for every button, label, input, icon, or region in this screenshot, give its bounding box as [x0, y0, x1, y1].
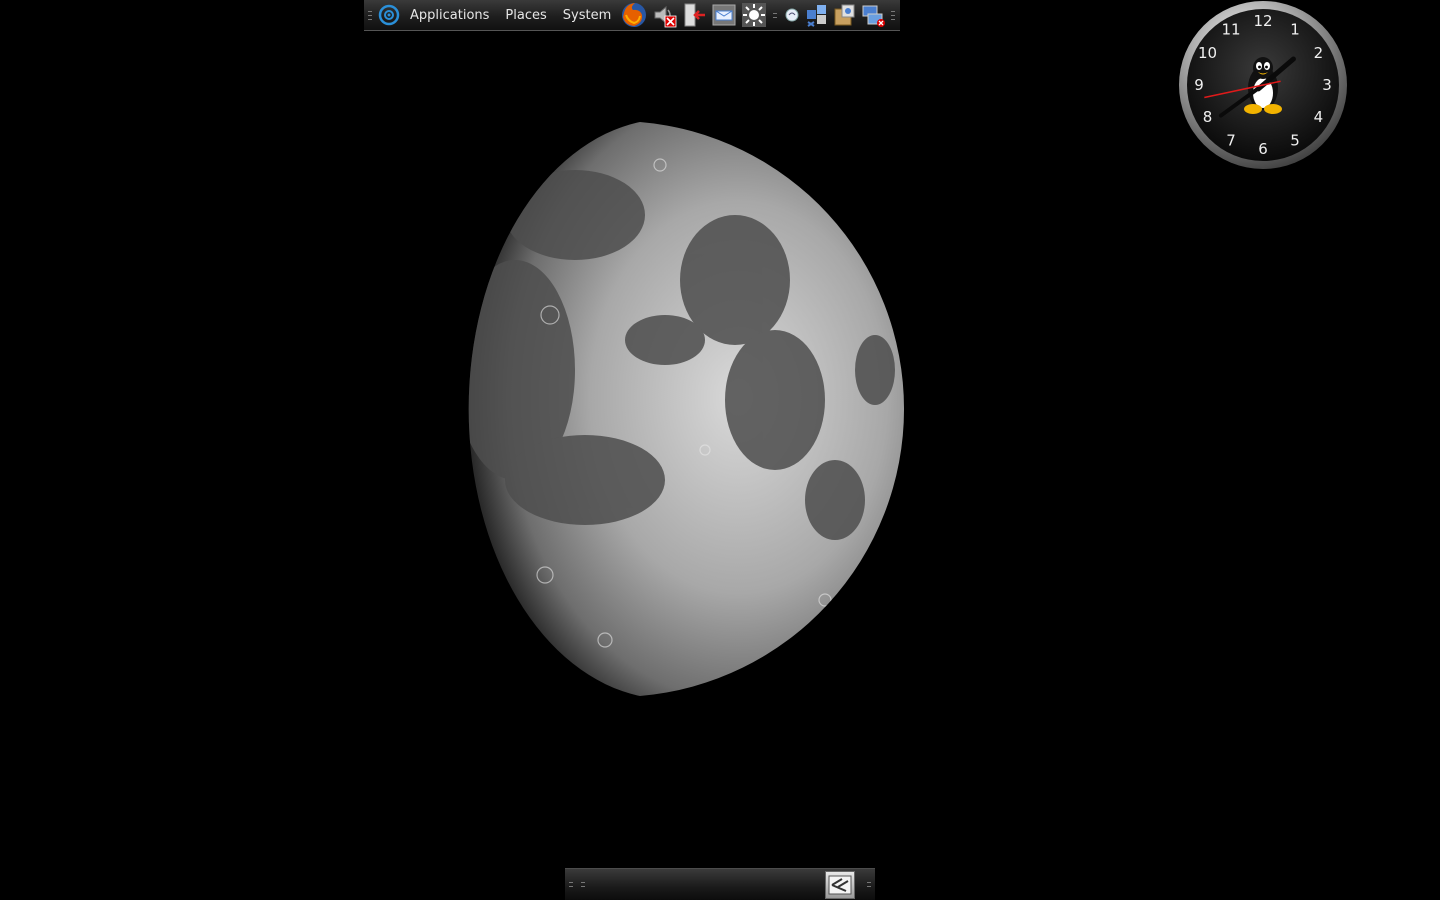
- network-disconnected-icon[interactable]: [859, 0, 887, 31]
- clock-numeral-4: 4: [1314, 108, 1324, 126]
- applications-menu[interactable]: Applications: [402, 0, 497, 31]
- bottom-panel-drag-handle-right[interactable]: [865, 875, 873, 895]
- panel-drag-handle[interactable]: [366, 5, 374, 25]
- bottom-panel-drag-handle[interactable]: [567, 875, 575, 895]
- clock-numeral-2: 2: [1314, 44, 1324, 62]
- clock-numeral-5: 5: [1290, 131, 1300, 149]
- clock-numeral-10: 10: [1198, 44, 1217, 62]
- firefox-icon[interactable]: [619, 0, 649, 31]
- distro-logo-icon: [376, 0, 402, 31]
- clock-numeral-3: 3: [1322, 76, 1332, 94]
- logout-icon[interactable]: [679, 0, 709, 31]
- package-manager-icon[interactable]: [831, 0, 859, 31]
- puzzle-applet-icon[interactable]: [803, 0, 831, 31]
- clock-numeral-11: 11: [1221, 21, 1240, 39]
- network-icon[interactable]: [781, 0, 803, 31]
- desktop: Applications Places System 12 1 2 3 4 5 …: [0, 0, 1440, 900]
- panel-separator: [771, 5, 779, 25]
- clock-numeral-8: 8: [1203, 108, 1213, 126]
- moon-wallpaper: [405, 120, 905, 698]
- volume-muted-icon[interactable]: [649, 0, 679, 31]
- clock-numeral-9: 9: [1194, 76, 1204, 94]
- clock-numeral-12: 12: [1253, 12, 1272, 30]
- analog-clock-widget[interactable]: 12 1 2 3 4 5 6 7 8 9 10 11: [1178, 0, 1348, 170]
- bottom-panel: [565, 868, 875, 900]
- brightness-icon[interactable]: [739, 0, 769, 31]
- clock-numeral-6: 6: [1258, 140, 1268, 158]
- show-desktop-icon: [828, 875, 852, 894]
- clock-numeral-1: 1: [1290, 21, 1300, 39]
- window-list[interactable]: [589, 869, 825, 900]
- show-desktop-button[interactable]: [825, 870, 855, 899]
- mail-icon[interactable]: [709, 0, 739, 31]
- system-menu[interactable]: System: [555, 0, 619, 31]
- clock-numeral-7: 7: [1226, 131, 1236, 149]
- panel-drag-handle-right[interactable]: [889, 5, 897, 25]
- bottom-panel-drag-handle-2[interactable]: [579, 875, 587, 895]
- moon-icon: [468, 122, 905, 696]
- places-menu[interactable]: Places: [497, 0, 554, 31]
- top-panel: Applications Places System: [364, 0, 900, 31]
